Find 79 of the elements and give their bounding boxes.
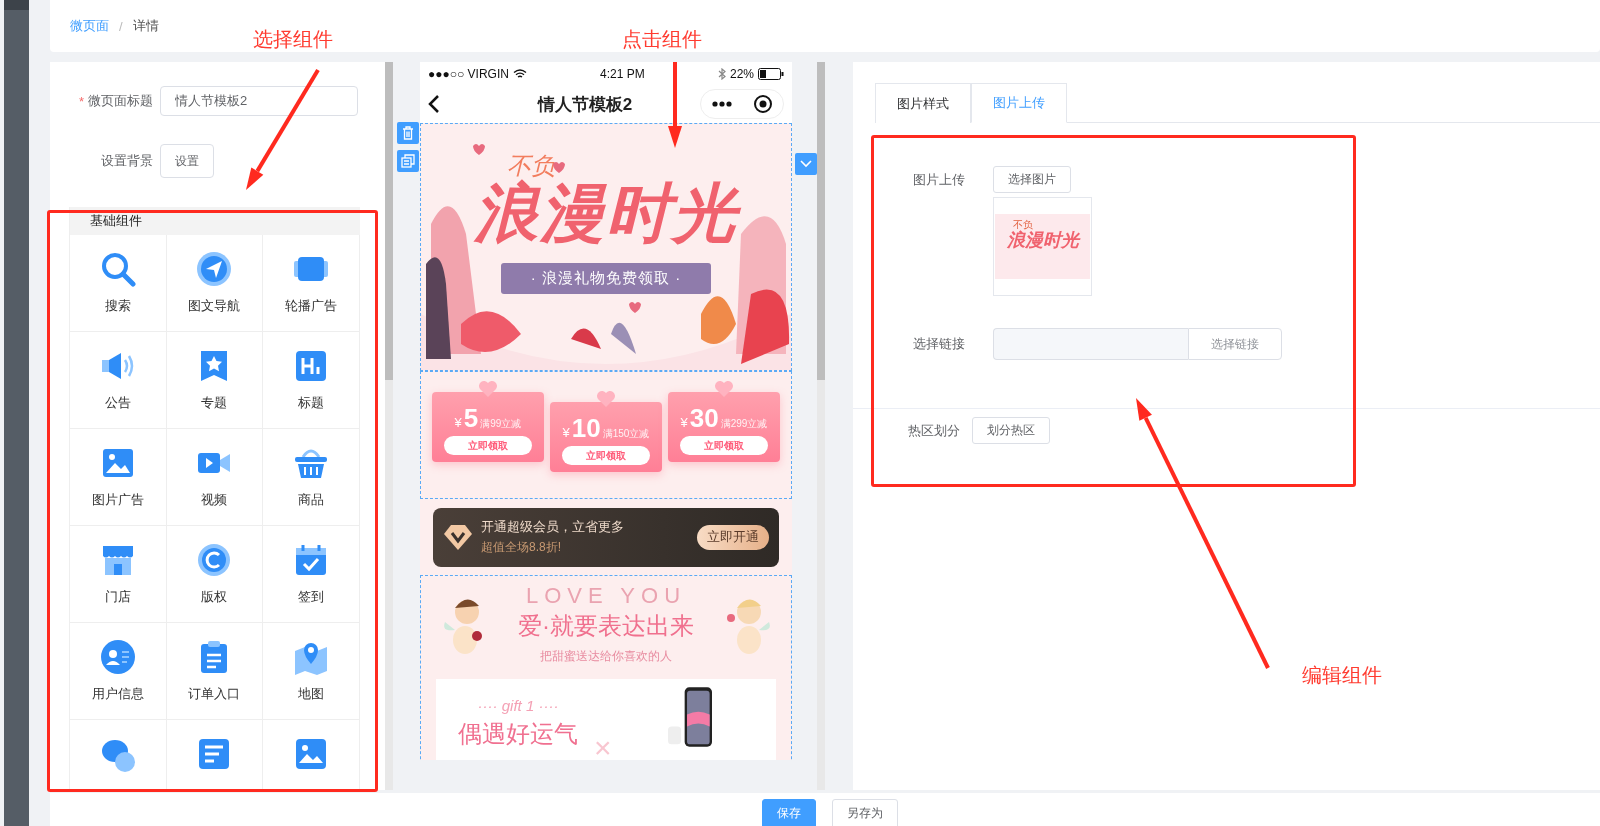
background-label: 设置背景 — [101, 152, 153, 170]
target-circle-icon[interactable] — [752, 94, 773, 114]
component-item[interactable]: 订单入口 — [166, 623, 264, 720]
chevron-down-icon — [800, 160, 812, 168]
title-input[interactable]: 情人节模板2 — [160, 86, 358, 116]
heart-icon — [714, 380, 734, 398]
coupon-condition: 满99立减 — [480, 417, 522, 431]
link-label: 选择链接 — [912, 335, 965, 353]
component-item[interactable]: 专题 — [166, 332, 264, 429]
annotation-label: 点击组件 — [622, 27, 702, 52]
love-subtitle: 把甜蜜送达给你喜欢的人 — [540, 648, 672, 665]
gift-title: 偶遇好运气 — [458, 719, 578, 749]
component-item[interactable]: 版权 — [166, 526, 264, 623]
coupon-amount: 10 — [571, 414, 601, 442]
copy-icon — [401, 154, 415, 168]
vip-subtitle: 超值全场8.8折! — [481, 539, 562, 556]
component-item[interactable]: 图片广告 — [70, 429, 167, 526]
coupon-amount: 30 — [689, 404, 719, 432]
more-dots-icon[interactable] — [711, 101, 732, 107]
component-item[interactable]: 轮播广告 — [263, 235, 360, 332]
component-item[interactable]: 图文导航 — [166, 235, 264, 332]
breadcrumb-separator: / — [119, 18, 123, 34]
hotspot-label: 热区划分 — [907, 421, 960, 440]
annotation-label: 选择组件 — [253, 27, 333, 52]
battery-icon — [758, 67, 784, 80]
component-item[interactable]: 公告 — [70, 332, 167, 429]
save-as-button[interactable]: 另存为 — [832, 798, 898, 826]
component-item[interactable]: 地图 — [263, 623, 360, 720]
delete-button[interactable] — [397, 122, 419, 144]
coupon-condition: 满299立减 — [720, 417, 768, 431]
copy-button[interactable] — [397, 150, 419, 172]
times-sign: × — [594, 731, 612, 760]
component-item[interactable]: 签到 — [263, 526, 360, 623]
thumbnail-subtitle: 不负 — [1012, 218, 1033, 231]
carrier-text: ●●●○○ VIRGIN — [428, 66, 509, 81]
vip-title: 开通超级会员，立省更多 — [481, 518, 625, 536]
set-background-button[interactable]: 设置 — [160, 144, 214, 178]
editor-tab[interactable]: 图片样式 — [875, 83, 971, 123]
required-mark: * — [78, 93, 84, 109]
status-time: 4:21 PM — [600, 66, 645, 81]
love-watermark: LOVE YOU — [525, 584, 687, 608]
copyright-icon — [196, 542, 233, 578]
component-item[interactable]: 搜索 — [70, 235, 167, 332]
currency-symbol: ¥ — [454, 415, 462, 430]
annotation-label: 编辑组件 — [1302, 663, 1382, 688]
component-item[interactable]: 商品 — [263, 429, 360, 526]
smartphone-drawing — [667, 687, 712, 747]
component-item[interactable]: 视频 — [166, 429, 264, 526]
choose-image-button[interactable]: 选择图片 — [993, 166, 1071, 193]
heart-icon — [596, 390, 616, 408]
back-chevron-icon[interactable] — [428, 94, 440, 114]
diamond-icon — [443, 523, 473, 551]
collapse-button[interactable] — [795, 153, 817, 175]
battery-percent: 22% — [729, 66, 754, 81]
thumbnail-title: 浪漫时光 — [1006, 229, 1079, 252]
heart-icon — [478, 380, 498, 398]
gift-label: ···· gift 1 ···· — [477, 697, 559, 714]
component-group-header: 基础组件 — [70, 207, 360, 235]
search-icon — [99, 251, 136, 287]
paper-plane-icon — [196, 251, 233, 287]
trash-icon — [402, 126, 414, 140]
currency-symbol: ¥ — [562, 425, 570, 440]
user-card-icon — [99, 639, 136, 675]
open-vip-button[interactable]: 立即开通 — [697, 524, 769, 550]
wifi-icon — [512, 68, 527, 79]
currency-symbol: ¥ — [680, 415, 688, 430]
love-title: 爱·就要表达出来 — [518, 611, 694, 641]
component-item[interactable]: 用户信息 — [70, 623, 167, 720]
page-title: 情人节模板2 — [536, 93, 634, 116]
component-item[interactable]: 标题 — [263, 332, 360, 429]
coupon-condition: 满150立减 — [602, 427, 650, 441]
title-label: 微页面标题 — [88, 92, 153, 110]
coupon-amount: 5 — [463, 404, 479, 432]
divide-hotspot-button[interactable]: 划分热区 — [972, 417, 1050, 444]
bluetooth-icon — [717, 67, 726, 80]
breadcrumb-current: 详情 — [132, 17, 159, 35]
component-item[interactable]: 门店 — [70, 526, 167, 623]
upload-label: 图片上传 — [912, 170, 965, 189]
banner-ribbon: · 浪漫礼物免费领取 · — [500, 263, 712, 294]
